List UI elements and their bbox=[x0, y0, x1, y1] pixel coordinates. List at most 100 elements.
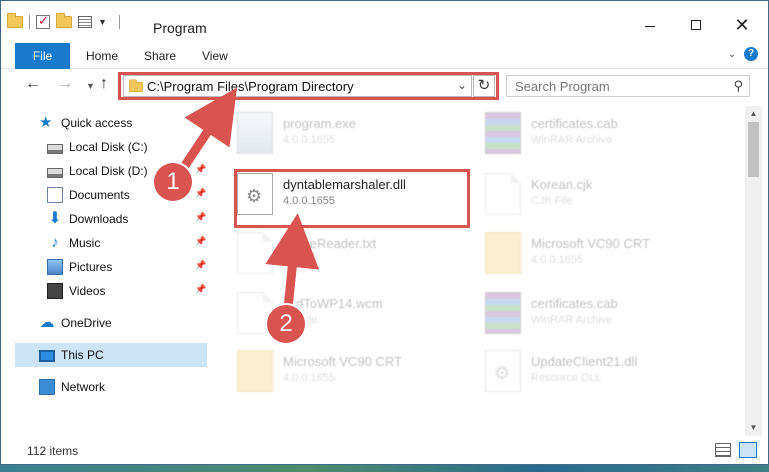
exe-icon bbox=[237, 112, 273, 154]
file-item[interactable]: Microsoft VC90 CRT 4.0.0.1655 bbox=[485, 232, 715, 282]
file-name: certificates.cab bbox=[531, 296, 618, 311]
divider bbox=[29, 15, 30, 29]
file-list: program.exe 4.0.0.1655 certificates.cab … bbox=[213, 106, 745, 436]
sidebar-item-label: Local Disk (C:) bbox=[69, 140, 148, 154]
forward-arrow-icon[interactable]: → bbox=[57, 75, 73, 93]
step-badge-2: 2 bbox=[267, 305, 305, 343]
file-name: Microsoft VC90 CRT bbox=[283, 354, 402, 369]
details-view-icon[interactable] bbox=[715, 443, 731, 457]
window-title: Program bbox=[153, 20, 207, 36]
sidebar-item-label: This PC bbox=[61, 348, 104, 362]
sidebar-item-music[interactable]: ♪ Music bbox=[47, 232, 100, 254]
file-meta: 4.0.0.1655 bbox=[283, 134, 335, 146]
quick-access-toolbar: ▼ bbox=[7, 13, 120, 29]
sidebar-item-documents[interactable]: Documents bbox=[47, 184, 130, 206]
file-item[interactable]: certificates.cab WinRAR Archive bbox=[485, 112, 715, 162]
properties-check-icon[interactable] bbox=[36, 13, 50, 29]
music-icon: ♪ bbox=[51, 234, 59, 251]
vertical-scrollbar[interactable]: ▲ ▼ bbox=[745, 106, 762, 436]
onedrive-icon: ☁ bbox=[39, 314, 55, 331]
minimize-icon bbox=[645, 26, 655, 27]
file-item[interactable]: ⚙ UpdateClient21.dll Resource DLL bbox=[485, 350, 715, 400]
explorer-window: ▼ Program ✕ File Home Share View ⌄ ? ← →… bbox=[0, 0, 769, 465]
pin-icon[interactable]: 📌 bbox=[195, 212, 206, 223]
customize-toolbar-chevron-icon[interactable]: ▼ bbox=[98, 17, 107, 27]
file-meta: WinRAR Archive bbox=[531, 134, 613, 146]
archive-icon bbox=[485, 292, 521, 334]
sidebar-item-quick-access[interactable]: ★ Quick access bbox=[39, 112, 132, 134]
folder-icon bbox=[7, 13, 23, 28]
step-badge-1: 1 bbox=[154, 163, 192, 201]
sidebar-item-onedrive[interactable]: ☁ OneDrive bbox=[39, 312, 112, 334]
this-pc-icon bbox=[39, 350, 55, 362]
sidebar-item-network[interactable]: Network bbox=[39, 376, 105, 398]
pictures-icon bbox=[47, 259, 63, 275]
tab-home[interactable]: Home bbox=[86, 43, 118, 69]
file-meta: CJK File bbox=[531, 195, 573, 207]
file-name: UpdateClient21.dll bbox=[531, 354, 638, 369]
star-icon: ★ bbox=[39, 114, 53, 131]
scroll-down-arrow-icon[interactable]: ▼ bbox=[745, 420, 762, 436]
pin-icon[interactable]: 📌 bbox=[195, 236, 206, 247]
expand-ribbon-chevron-icon[interactable]: ⌄ bbox=[728, 49, 736, 60]
sidebar-item-pictures[interactable]: Pictures bbox=[47, 256, 112, 278]
file-item[interactable]: Korean.cjk CJK File bbox=[485, 173, 715, 223]
sidebar-item-local-disk-d[interactable]: Local Disk (D:) bbox=[47, 160, 148, 182]
help-icon[interactable]: ? bbox=[744, 47, 758, 61]
file-meta: 4.0.0.1655 bbox=[283, 372, 335, 384]
pin-icon[interactable]: 📌 bbox=[195, 284, 206, 295]
ribbon-tabs: File Home Share View ⌄ ? bbox=[1, 41, 768, 93]
sidebar-item-label: Downloads bbox=[69, 212, 129, 226]
title-bar: ▼ Program ✕ bbox=[1, 1, 768, 41]
sidebar-item-label: Pictures bbox=[69, 260, 113, 274]
sidebar-item-videos[interactable]: Videos bbox=[47, 280, 105, 302]
maximize-icon bbox=[691, 20, 701, 30]
document-icon bbox=[237, 232, 273, 274]
disk-icon bbox=[47, 144, 63, 154]
tab-view[interactable]: View bbox=[202, 43, 228, 69]
folder-icon bbox=[237, 350, 273, 392]
scroll-up-arrow-icon[interactable]: ▲ bbox=[745, 106, 762, 122]
archive-icon bbox=[485, 112, 521, 154]
sidebar-item-local-disk-c[interactable]: Local Disk (C:) bbox=[47, 136, 148, 158]
address-highlight-box bbox=[118, 72, 499, 100]
large-icons-view-icon[interactable] bbox=[739, 442, 757, 458]
close-button[interactable]: ✕ bbox=[719, 14, 765, 40]
file-item[interactable]: …fineReader.txt File bbox=[237, 232, 467, 282]
scrollbar-thumb[interactable] bbox=[748, 122, 759, 177]
up-arrow-icon[interactable]: ↑ bbox=[100, 75, 108, 93]
file-meta: WinRAR Archive bbox=[531, 314, 613, 326]
documents-icon bbox=[47, 187, 63, 203]
file-item[interactable]: Microsoft VC90 CRT 4.0.0.1655 bbox=[237, 350, 467, 400]
sidebar-item-downloads[interactable]: ⬇ Downloads bbox=[47, 208, 128, 230]
navigation-pane: ★ Quick access Local Disk (C:) 📌 Local D… bbox=[1, 106, 211, 436]
file-item[interactable]: certificates.cab WinRAR Archive bbox=[485, 292, 715, 342]
sidebar-item-label: Videos bbox=[69, 284, 106, 298]
file-name: …fineReader.txt bbox=[283, 236, 377, 251]
search-icon: ⚲ bbox=[733, 78, 743, 93]
divider bbox=[118, 15, 120, 29]
pin-icon[interactable]: 📌 bbox=[195, 260, 206, 271]
minimize-button[interactable] bbox=[627, 14, 673, 40]
tab-share[interactable]: Share bbox=[144, 43, 176, 69]
pin-icon[interactable]: 📌 bbox=[195, 188, 206, 199]
file-meta: Resource DLL bbox=[531, 372, 602, 384]
pin-icon[interactable]: 📌 bbox=[195, 164, 206, 175]
properties-icon[interactable] bbox=[78, 16, 92, 28]
pin-icon[interactable]: 📌 bbox=[195, 140, 206, 151]
desktop-background bbox=[0, 465, 769, 472]
sidebar-item-label: Network bbox=[61, 380, 106, 394]
maximize-button[interactable] bbox=[673, 14, 719, 40]
recent-locations-chevron-icon[interactable]: ▼ bbox=[86, 81, 95, 91]
dll-gear-icon: ⚙ bbox=[485, 350, 521, 392]
file-meta: 4.0.0.1655 bbox=[531, 254, 583, 266]
back-arrow-icon[interactable]: ← bbox=[25, 75, 41, 93]
file-meta: File bbox=[283, 254, 301, 266]
file-item[interactable]: program.exe 4.0.0.1655 bbox=[237, 112, 467, 162]
videos-icon bbox=[47, 283, 63, 299]
sidebar-item-this-pc[interactable]: This PC bbox=[39, 344, 104, 366]
status-bar: 112 items bbox=[1, 438, 768, 464]
new-folder-icon[interactable] bbox=[56, 13, 72, 28]
search-input[interactable]: Search Program ⚲ bbox=[506, 75, 750, 97]
item-count: 112 items bbox=[27, 444, 79, 458]
